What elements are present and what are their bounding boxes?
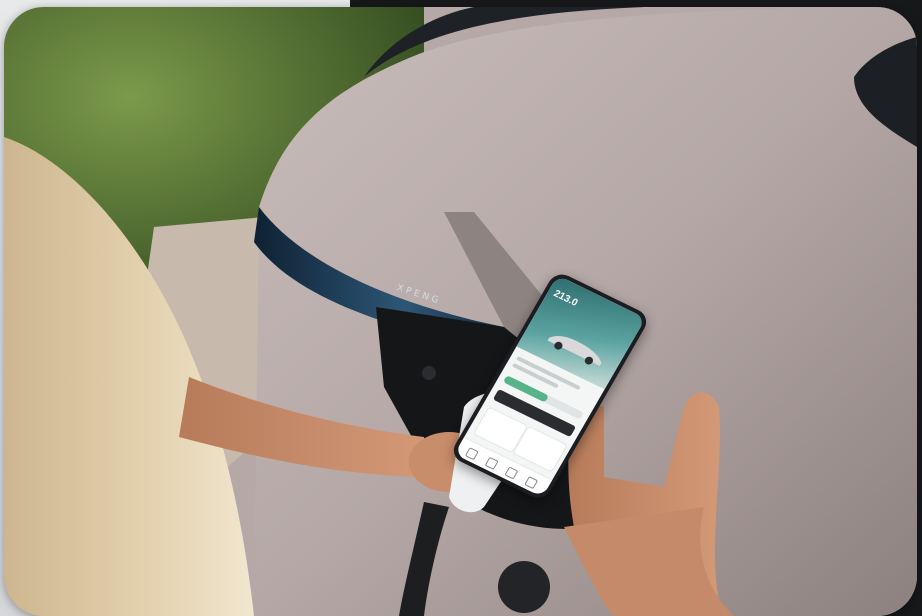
nav-profile-icon[interactable] — [524, 476, 539, 490]
range-readout: 213.0 — [551, 288, 580, 309]
ev-charging-photo: XPENG — [4, 7, 917, 616]
port-indicator — [422, 366, 436, 380]
photo-scene — [4, 7, 917, 616]
car-icon — [547, 336, 602, 366]
nav-car-icon[interactable] — [484, 456, 499, 470]
nav-home-icon[interactable] — [464, 447, 479, 461]
lower-port — [498, 561, 550, 613]
nav-service-icon[interactable] — [504, 466, 519, 480]
